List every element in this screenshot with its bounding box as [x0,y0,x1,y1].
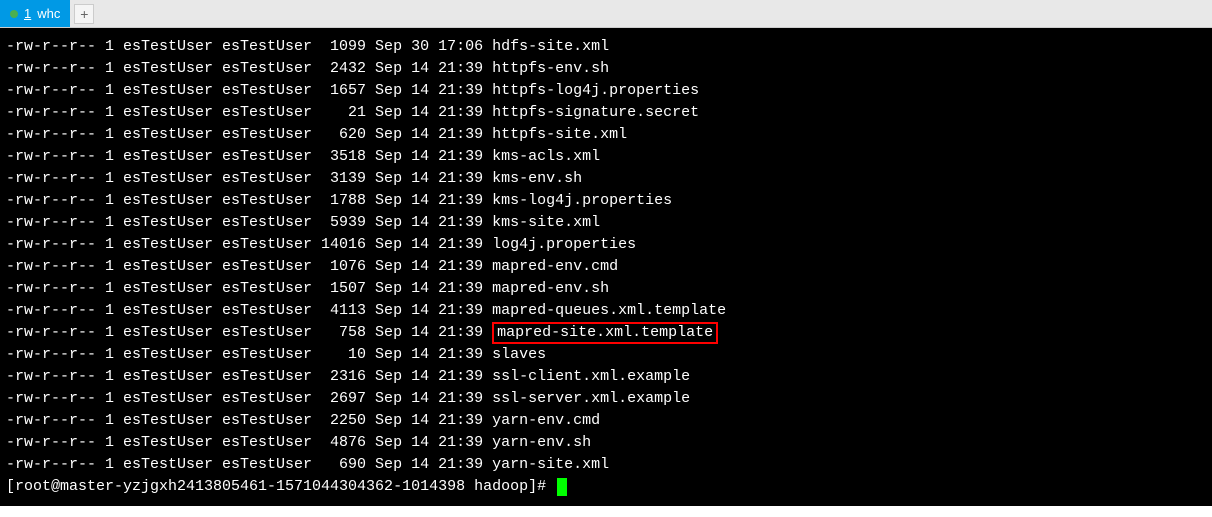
status-dot-icon [10,10,18,18]
prompt-line[interactable]: [root@master-yzjgxh2413805461-1571044304… [6,476,1206,498]
file-listing-line: -rw-r--r-- 1 esTestUser esTestUser 10 Se… [6,344,1206,366]
tab-whc[interactable]: 1 whc [0,0,70,27]
file-listing-line: -rw-r--r-- 1 esTestUser esTestUser 1507 … [6,278,1206,300]
file-listing-line: -rw-r--r-- 1 esTestUser esTestUser 758 S… [6,322,1206,344]
highlighted-filename: mapred-site.xml.template [492,322,718,344]
file-listing-line: -rw-r--r-- 1 esTestUser esTestUser 2316 … [6,366,1206,388]
file-listing-line: -rw-r--r-- 1 esTestUser esTestUser 21 Se… [6,102,1206,124]
file-listing-line: -rw-r--r-- 1 esTestUser esTestUser 4113 … [6,300,1206,322]
file-listing-line: -rw-r--r-- 1 esTestUser esTestUser 2250 … [6,410,1206,432]
add-tab-button[interactable]: + [74,4,94,24]
file-listing-line: -rw-r--r-- 1 esTestUser esTestUser 1788 … [6,190,1206,212]
file-listing-line: -rw-r--r-- 1 esTestUser esTestUser 1099 … [6,36,1206,58]
cursor-icon [557,478,567,496]
file-listing-line: -rw-r--r-- 1 esTestUser esTestUser 1076 … [6,256,1206,278]
tab-number: 1 [24,6,31,21]
terminal-output[interactable]: -rw-r--r-- 1 esTestUser esTestUser 1099 … [0,28,1212,506]
file-listing-line: -rw-r--r-- 1 esTestUser esTestUser 4876 … [6,432,1206,454]
file-listing-line: -rw-r--r-- 1 esTestUser esTestUser 3139 … [6,168,1206,190]
prompt-text: [root@master-yzjgxh2413805461-1571044304… [6,476,555,498]
file-listing-line: -rw-r--r-- 1 esTestUser esTestUser 2432 … [6,58,1206,80]
file-listing-line: -rw-r--r-- 1 esTestUser esTestUser 1657 … [6,80,1206,102]
file-listing-line: -rw-r--r-- 1 esTestUser esTestUser 690 S… [6,454,1206,476]
tab-label: whc [37,6,60,21]
file-listing-line: -rw-r--r-- 1 esTestUser esTestUser 14016… [6,234,1206,256]
file-listing-line: -rw-r--r-- 1 esTestUser esTestUser 3518 … [6,146,1206,168]
tab-bar: 1 whc + [0,0,1212,28]
file-listing-line: -rw-r--r-- 1 esTestUser esTestUser 620 S… [6,124,1206,146]
file-listing-line: -rw-r--r-- 1 esTestUser esTestUser 5939 … [6,212,1206,234]
file-listing-line: -rw-r--r-- 1 esTestUser esTestUser 2697 … [6,388,1206,410]
